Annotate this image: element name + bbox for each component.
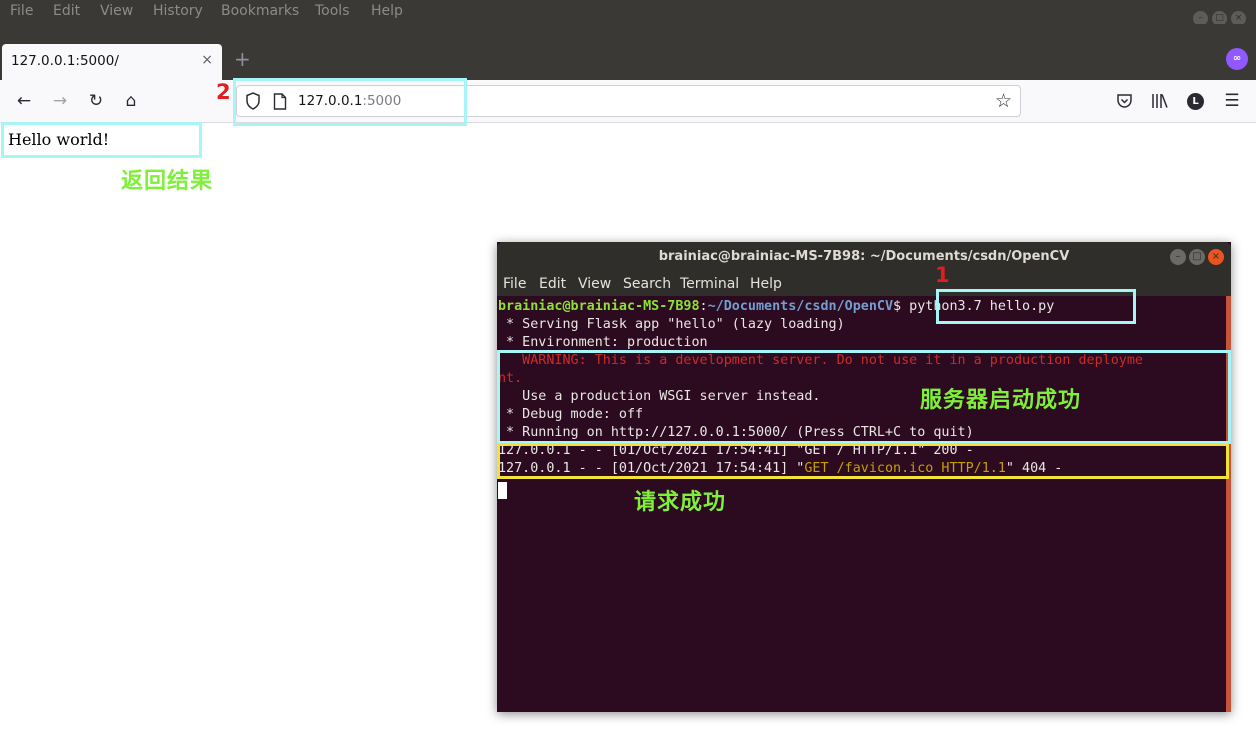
terminal-title: brainiac@brainiac-MS-7B98: ~/Documents/c… xyxy=(658,249,1070,264)
terminal-close-icon[interactable]: × xyxy=(1208,249,1224,265)
menu-bookmarks[interactable]: Bookmarks xyxy=(221,3,299,19)
prompt-user: brainiac@brainiac-MS-7B98 xyxy=(498,299,700,314)
terminal-minimize-icon[interactable]: – xyxy=(1170,249,1186,265)
terminal-maximize-icon[interactable]: □ xyxy=(1189,249,1205,265)
request-highlight-box xyxy=(497,443,1229,479)
prompt-separator: : xyxy=(699,299,708,314)
prompt-path: ~/Documents/csdn/OpenCV xyxy=(707,299,894,314)
annotation-server-started: 服务器启动成功 xyxy=(920,388,1082,413)
home-icon[interactable]: ⌂ xyxy=(120,90,142,112)
back-arrow-icon[interactable]: ← xyxy=(13,90,35,112)
firefox-account-mask-icon[interactable]: ∞ xyxy=(1226,48,1248,70)
terminal-titlebar[interactable]: brainiac@brainiac-MS-7B98: ~/Documents/c… xyxy=(497,242,1231,272)
terminal-menu-search[interactable]: Search xyxy=(623,276,671,292)
tab-close-icon[interactable]: × xyxy=(201,52,213,68)
bookmark-star-icon[interactable]: ☆ xyxy=(995,90,1012,112)
result-highlight-box xyxy=(1,122,202,158)
menu-tools[interactable]: Tools xyxy=(315,3,350,19)
annotation-number-1: 1 xyxy=(935,263,950,287)
annotation-request-success: 请求成功 xyxy=(634,490,727,515)
annotation-return-result: 返回结果 xyxy=(121,169,214,194)
tab-active[interactable]: 127.0.0.1:5000/ × xyxy=(2,44,222,80)
account-icon[interactable]: L xyxy=(1187,93,1204,110)
forward-arrow-icon[interactable]: → xyxy=(49,90,71,112)
tab-strip: 127.0.0.1:5000/ × + xyxy=(0,24,1256,80)
terminal-menu-view[interactable]: View xyxy=(578,276,611,292)
annotation-number-2: 2 xyxy=(216,80,231,104)
menu-view[interactable]: View xyxy=(100,3,133,19)
browser-menubar: File Edit View History Bookmarks Tools H… xyxy=(0,0,1256,26)
pocket-icon[interactable] xyxy=(1116,93,1133,109)
server-start-highlight-box xyxy=(497,350,1231,444)
new-tab-icon[interactable]: + xyxy=(234,48,251,70)
command-highlight-box xyxy=(936,289,1136,324)
menu-help[interactable]: Help xyxy=(371,3,403,19)
url-highlight-box xyxy=(233,78,467,126)
terminal-menu-help[interactable]: Help xyxy=(750,276,782,292)
hamburger-menu-icon[interactable]: ☰ xyxy=(1221,90,1243,112)
tab-title: 127.0.0.1:5000/ xyxy=(11,53,119,69)
terminal-menu-edit[interactable]: Edit xyxy=(539,276,566,292)
terminal-cursor xyxy=(498,482,507,499)
output-serving: * Serving Flask app "hello" (lazy loadin… xyxy=(498,317,845,332)
menu-file[interactable]: File xyxy=(10,3,33,19)
menu-history[interactable]: History xyxy=(153,3,203,19)
library-icon[interactable] xyxy=(1151,93,1169,109)
navigation-bar: ← → ↻ ⌂ 127.0.0.1:5000 ☆ L ☰ xyxy=(0,80,1256,123)
terminal-menu-file[interactable]: File xyxy=(503,276,526,292)
menu-edit[interactable]: Edit xyxy=(53,3,80,19)
reload-icon[interactable]: ↻ xyxy=(85,90,107,112)
terminal-menu-terminal[interactable]: Terminal xyxy=(680,276,739,292)
